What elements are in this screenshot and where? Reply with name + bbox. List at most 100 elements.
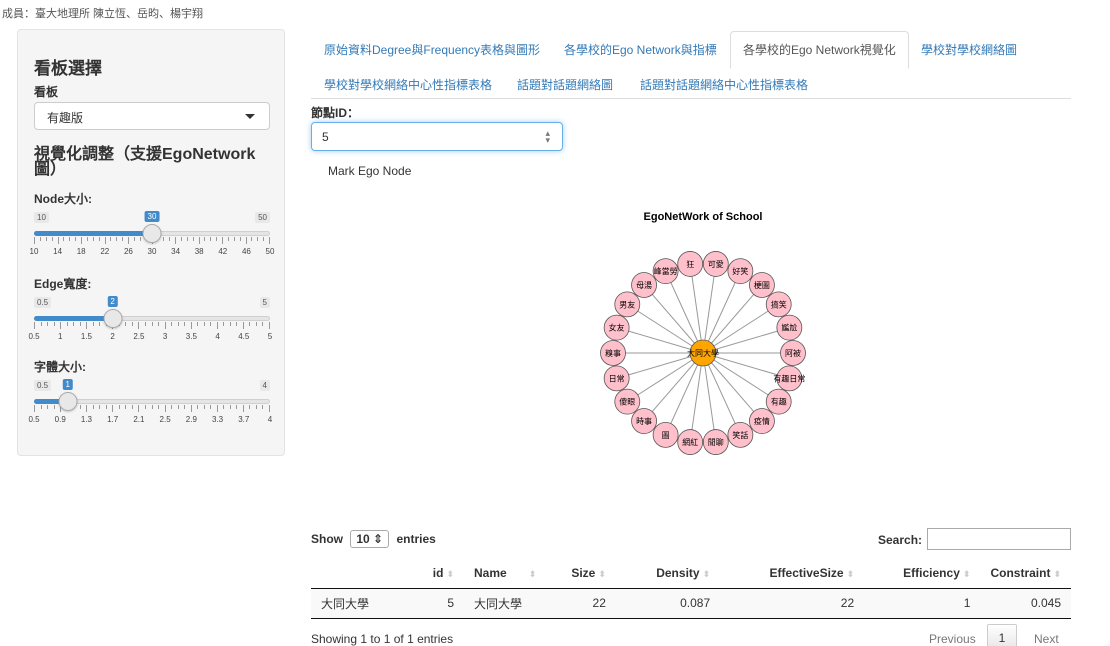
slider-tick (39, 237, 41, 241)
slider-handle[interactable] (142, 224, 162, 243)
ego-edge (643, 352, 704, 422)
spinner-icon[interactable]: ▴ ▾ (545, 129, 550, 145)
ego-network-graph: 可愛好笑梗圖搞笑尷尬阿被有趣日常有趣疫情笑話閒聊 網紅 圖 時事傻眼 日常 糗事 女友 男友母… (600, 251, 806, 455)
slider-tick (262, 322, 264, 326)
col-name[interactable]: Name ⬍ (464, 559, 547, 589)
slider-tick-label: 2 (110, 332, 115, 341)
col-rownames[interactable] (311, 559, 405, 589)
slider-tick-label: 1.3 (80, 415, 92, 424)
col-density[interactable]: Density ⬍ (615, 559, 721, 589)
tab-topic-network[interactable]: 話題對話題網絡圖 (517, 76, 613, 93)
slider-tick (262, 405, 264, 409)
node-id-input[interactable]: 5 ▴ ▾ (311, 122, 563, 151)
col-size[interactable]: Size ⬍ (546, 559, 616, 589)
node-id-value: 5 (322, 130, 329, 144)
table-header-row: id ⬍ Name ⬍ Size ⬍ Density ⬍ EffectiveSize ⬍ … (311, 559, 1071, 589)
cell-density: 0.087 (615, 588, 721, 619)
slider-tick (175, 237, 176, 244)
col-effective-size[interactable]: EffectiveSize ⬍ (720, 559, 865, 589)
ego-neighbor-node-label: 網紅 (682, 437, 698, 447)
col-constraint[interactable]: Constraint ⬍ (980, 559, 1071, 589)
tab-topic-centrality[interactable]: 話題對話題網絡中心性指標表格 (640, 76, 808, 93)
font-size-slider[interactable]: 字體大小: 0.5 4 1 0.5 0.9 1.3 1.7 2.1 2.5 2.9 3.3 3.7 4 (28, 358, 272, 424)
slider-tick (122, 237, 124, 241)
slider-tick (34, 237, 35, 244)
previous-button[interactable]: Previous (929, 632, 976, 646)
slider-tick (151, 322, 153, 326)
slider-tick (171, 405, 173, 409)
page-1-button[interactable]: 1 (987, 624, 1017, 646)
slider-tick (98, 237, 100, 241)
slider-min: 0.5 (34, 380, 52, 391)
slider-tick (269, 405, 270, 412)
slider-tick (255, 322, 257, 326)
slider-handle[interactable] (58, 392, 78, 411)
slider-tick (47, 322, 49, 326)
slider-tick (86, 322, 88, 329)
table-info: Showing 1 to 1 of 1 entries (311, 632, 454, 646)
cell-rowname: 大同大學 (311, 588, 405, 619)
slider-tick (66, 322, 68, 326)
tab-ego-network-viz[interactable]: 各學校的Ego Network視覺化 (730, 31, 909, 69)
slider-tick (242, 405, 244, 412)
slider-tick-label: 2.5 (133, 332, 145, 341)
board-select[interactable]: 有趣版 (34, 102, 270, 130)
slider-tick (125, 405, 127, 409)
node-size-slider[interactable]: Node大小: 10 50 30 10 14 18 22 26 30 34 38 42 46 50 (30, 190, 275, 256)
ego-neighbor-node-label: 疫情 (754, 416, 770, 426)
slider-tick (184, 322, 186, 326)
board-select-value: 有趣版 (47, 111, 84, 125)
slider-fill (34, 231, 152, 236)
ego-neighbor-node-label: 梗圖 (754, 280, 770, 290)
search-label: Search: (878, 533, 923, 547)
ego-neighbor-node-label: 女友 (609, 323, 625, 333)
slider-tick-label: 46 (241, 247, 251, 256)
edge-width-slider[interactable]: Edge寬度: 0.5 5 2 0.5 1 1.5 2 2.5 3 3.5 4 4.5 5 (28, 275, 272, 341)
slider-tick (204, 237, 206, 241)
slider-tick (53, 322, 55, 326)
ego-neighbor-node-label: 阿被 (785, 348, 801, 358)
ego-center-node-label: 大同大學 (687, 348, 719, 358)
cell-id: 5 (404, 588, 465, 619)
slider-tick-label: 34 (171, 247, 181, 256)
ego-neighbor-node-label: 日常 (609, 374, 625, 383)
slider-tick (227, 237, 229, 241)
tab-raw-data[interactable]: 原始資料Degree與Frequency表格與圖形 (324, 41, 540, 58)
sidebar-panel: 看板選擇 看板 有趣版 視覺化調整（支援EgoNetwork圖） Node大小:… (17, 29, 285, 456)
table-row: 大同大學 5 大同大學 22 0.087 22 1 0.045 (311, 588, 1071, 619)
ego-neighbor-node-label: 有趣日常 (773, 373, 805, 383)
slider-tick (125, 322, 127, 326)
tab-school-centrality[interactable]: 學校對學校網絡中心性指標表格 (324, 76, 492, 93)
slider-tick-label: 0.5 (28, 332, 40, 341)
tab-ego-network-metrics[interactable]: 各學校的Ego Network與指標 (564, 41, 717, 58)
ego-neighbor-node-label: 有趣 (771, 397, 787, 407)
ego-neighbor-node-label: 尷尬 (781, 323, 797, 333)
show-entries: Show 10 ⇕ entries (311, 530, 436, 548)
ego-neighbor-node-label: 可愛 (708, 259, 724, 269)
slider-tick (92, 322, 94, 326)
slider-tick (229, 405, 231, 409)
slider-tick-label: 50 (265, 247, 275, 256)
col-efficiency[interactable]: Efficiency ⬍ (864, 559, 981, 589)
slider-tick (63, 237, 65, 241)
slider-tick (198, 237, 200, 244)
slider-tick (190, 405, 192, 412)
entries-label: entries (396, 532, 436, 546)
slider-tick-label: 4 (215, 332, 220, 341)
slider-tick (249, 322, 251, 326)
tab-bar: 原始資料Degree與Frequency表格與圖形 各學校的Ego Networ… (311, 31, 1071, 99)
slider-tick (190, 322, 192, 329)
col-id[interactable]: id ⬍ (404, 559, 465, 589)
slider-tick (210, 322, 212, 326)
slider-tick (57, 237, 59, 244)
slider-tick (184, 405, 186, 409)
slider-tick (144, 322, 146, 326)
page-length-select[interactable]: 10 ⇕ (350, 530, 390, 548)
slider-handle[interactable] (103, 309, 123, 328)
search-input[interactable] (927, 528, 1071, 550)
ego-neighbor-node-label: 母湯 (636, 280, 652, 290)
tab-school-network[interactable]: 學校對學校網絡圖 (921, 41, 1017, 58)
slider-tick (79, 405, 81, 409)
next-button[interactable]: Next (1034, 632, 1059, 646)
slider-tick-label: 5 (267, 332, 273, 341)
